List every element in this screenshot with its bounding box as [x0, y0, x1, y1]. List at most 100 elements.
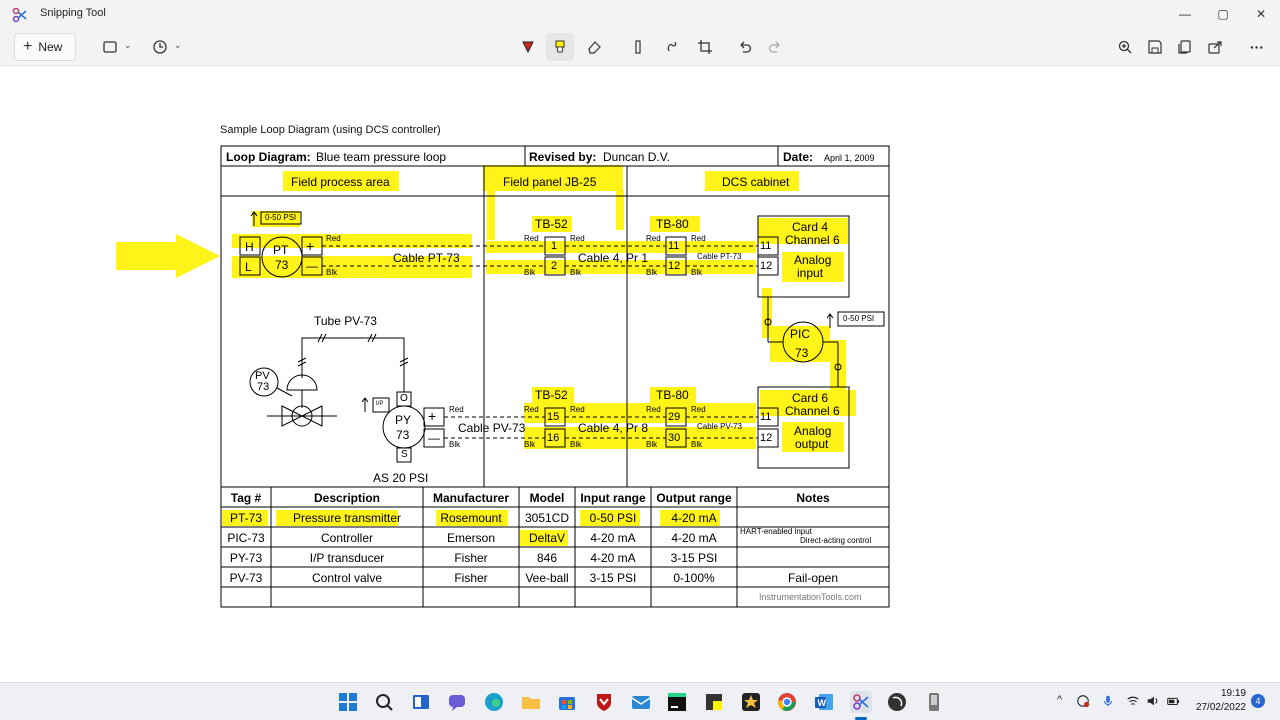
tb52-lower-blk-out: Blk [570, 440, 582, 449]
battery-icon[interactable] [1166, 694, 1180, 711]
file-explorer-icon[interactable] [520, 691, 542, 713]
table-cell: 3-15 PSI [589, 571, 637, 585]
table-cell: 846 [536, 551, 558, 565]
mcafee-icon[interactable] [593, 691, 615, 713]
tb80-red-out: Red [691, 234, 706, 243]
area-dcs-cabinet: DCS cabinet [722, 175, 790, 189]
star-app-icon[interactable] [740, 691, 762, 713]
cable-pv-small-label: Cable PV-73 [697, 422, 742, 431]
table-cell: Controller [320, 531, 374, 545]
py-number: 73 [396, 428, 410, 442]
card4-terminal-11: 11 [760, 240, 772, 252]
note-hart: HART-enabled input [740, 527, 812, 536]
revised-by-value: Duncan D.V. [603, 150, 670, 164]
loop-diagram [116, 145, 890, 608]
pic-range-label: 0-50 PSI [843, 314, 875, 323]
card6-terminal-12: 12 [760, 432, 773, 444]
pic-tag: PIC [790, 327, 811, 341]
tb80-blk-out: Blk [691, 268, 703, 277]
table-cell: Rosemount [440, 511, 502, 525]
table-cell: 4-20 mA [590, 551, 636, 565]
table-cell: Fail-open [787, 571, 839, 585]
pt-red-label: Red [326, 234, 341, 243]
pt-plus-terminal: + [306, 238, 315, 254]
loop-diagram-value: Blue team pressure loop [316, 150, 447, 164]
area-field-process: Field process area [291, 175, 390, 189]
pt-range-label: 0-50 PSI [265, 213, 297, 222]
table-cell: 0-50 PSI [589, 511, 637, 525]
analog-input-line1: Analog [794, 253, 832, 267]
terminal-1: 1 [551, 240, 558, 252]
edge-icon[interactable] [483, 691, 505, 713]
revised-by-label: Revised by: [529, 150, 597, 164]
cable4-pr8-label: Cable 4, Pr 8 [578, 421, 649, 435]
wifi-icon[interactable] [1126, 694, 1140, 711]
pt-minus-terminal: — [306, 259, 318, 273]
pt-blk-label: Blk [326, 268, 338, 277]
supply-port-label: S [401, 449, 408, 460]
table-cell: DeltaV [528, 531, 566, 545]
table-header-cell: Notes [796, 491, 830, 505]
tb80-lower-blk-in: Blk [646, 440, 658, 449]
tray-chevron-icon[interactable]: ^ [1057, 694, 1062, 706]
card6-label: Card 6 [792, 391, 829, 405]
tray-security-icon[interactable] [1076, 694, 1090, 711]
table-cell: Fisher [454, 551, 488, 565]
chat-icon[interactable] [446, 691, 468, 713]
highlighter-marks [116, 165, 856, 546]
py-tag: PY [395, 413, 412, 427]
volume-icon[interactable] [1146, 694, 1160, 711]
note-direct-acting: Direct-acting control [800, 536, 872, 545]
area-field-panel: Field panel JB-25 [503, 175, 597, 189]
task-view-icon[interactable] [410, 691, 432, 713]
notification-badge[interactable]: 4 [1251, 694, 1265, 708]
sticky-app-icon[interactable] [703, 691, 725, 713]
pycharm-icon[interactable] [666, 691, 688, 713]
terminal-16: 16 [547, 432, 560, 444]
mail-icon[interactable] [630, 691, 652, 713]
table-cell: 4-20 mA [671, 531, 717, 545]
table-cell: Fisher [454, 571, 488, 585]
snipping-tool-icon[interactable] [850, 691, 872, 713]
tb80-lower-red-out: Red [691, 405, 706, 414]
tb52-blk-out: Blk [570, 268, 582, 277]
py-red-label: Red [449, 405, 464, 414]
tb80-blk-in: Blk [646, 268, 658, 277]
windows-start-icon[interactable] [337, 691, 359, 713]
table-cell: Vee-ball [525, 571, 569, 585]
tube-label: Tube PV-73 [314, 314, 377, 328]
store-icon[interactable] [556, 691, 578, 713]
terminal-2: 2 [551, 260, 558, 272]
clock-date: 27/02/2022 [1195, 702, 1246, 713]
table-header-cell: Tag # [230, 491, 262, 505]
table-cell: Control valve [311, 571, 383, 585]
chrome-icon[interactable] [776, 691, 798, 713]
svg-text:W: W [818, 698, 827, 708]
taskbar-clock[interactable]: 19:19 27/02/2022 [1190, 687, 1246, 715]
search-icon[interactable] [373, 691, 395, 713]
word-icon[interactable]: W [813, 691, 835, 713]
table-cell: 4-20 mA [671, 511, 717, 525]
table-header-cell: Description [313, 491, 380, 505]
tb52-lower-red-in: Red [524, 405, 539, 414]
table-cell: I/P transducer [309, 551, 385, 565]
media-icon[interactable] [886, 691, 908, 713]
py-plus-terminal: + [428, 408, 437, 424]
table-header-cell: Input range [580, 491, 646, 505]
date-label: Date: [783, 150, 814, 164]
tb80-lower-blk-out: Blk [691, 440, 703, 449]
card6-terminal-11: 11 [760, 411, 772, 423]
date-value: April 1, 2009 [824, 153, 875, 163]
table-header-cell: Output range [656, 491, 732, 505]
tb52-lower-red-out: Red [570, 405, 585, 414]
tb52-lower-blk-in: Blk [524, 440, 536, 449]
tb52-red-in: Red [524, 234, 539, 243]
table-cell: PV-73 [229, 571, 263, 585]
pic-number: 73 [795, 346, 809, 360]
microphone-icon[interactable] [1101, 694, 1115, 711]
table-cell: Emerson [446, 531, 496, 545]
card4-channel-label: Channel 6 [785, 233, 840, 247]
table-cell: PIC-73 [227, 531, 265, 545]
device-icon[interactable] [923, 691, 945, 713]
tb80-red-in: Red [646, 234, 661, 243]
